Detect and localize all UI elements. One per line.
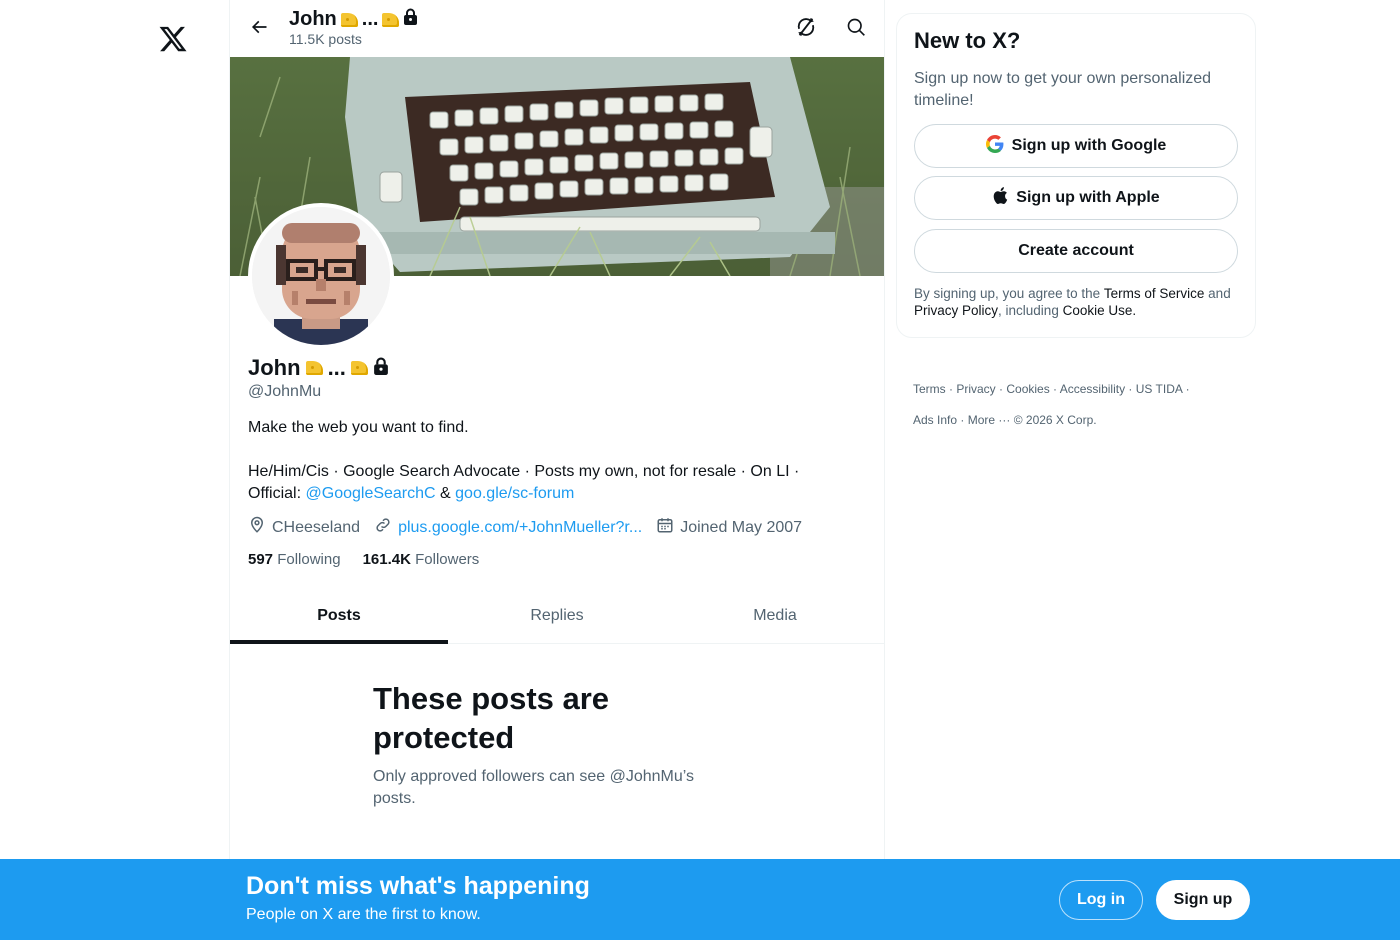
back-button[interactable] — [244, 14, 274, 44]
legal-including: , including — [998, 303, 1063, 318]
signup-card-title: New to X? — [914, 28, 1021, 53]
footer-link-accessibility[interactable]: Accessibility — [1060, 382, 1125, 396]
bio-ampersand: & — [435, 485, 456, 502]
search-icon — [846, 17, 866, 42]
signup-card: New to X? Sign up now to get your own pe… — [896, 13, 1256, 338]
avatar[interactable] — [252, 207, 390, 345]
bio-mention-link[interactable]: @GoogleSearchC — [306, 485, 436, 502]
profile-location: CHeeseland — [248, 516, 360, 539]
create-account-label: Create account — [1018, 242, 1134, 259]
bottom-bar-title: Don't miss what's happening — [246, 872, 590, 900]
profile-website: plus.google.com/+JohnMueller?r... — [374, 516, 642, 539]
profile-tabs: Posts Replies Media — [230, 588, 884, 644]
profile-meta: CHeeseland plus.google.com/+JohnMueller?… — [248, 516, 816, 539]
profile-avatar-frame[interactable] — [248, 203, 394, 349]
signup-apple-label: Sign up with Apple — [1016, 189, 1160, 206]
profile-display-name: John ... — [248, 355, 389, 381]
profile-header-bar: John ... 11.5K posts — [230, 0, 884, 57]
profile-name-ellipsis: ... — [327, 355, 346, 380]
followers-link[interactable]: 161.4K Followers — [363, 551, 480, 568]
header-name-ellipsis: ... — [361, 8, 379, 30]
following-link[interactable]: 597 Following — [248, 551, 341, 568]
profile-joined: Joined May 2007 — [656, 516, 802, 539]
left-rail — [0, 0, 229, 940]
tab-replies[interactable]: Replies — [448, 588, 666, 643]
signup-apple-button[interactable]: Sign up with Apple — [914, 176, 1238, 220]
main-column: John ... 11.5K posts John ... @JohnMu Ma… — [229, 0, 885, 940]
link-icon — [374, 516, 392, 539]
followers-label: Followers — [415, 551, 480, 568]
signup-card-subtitle: Sign up now to get your own personalized… — [914, 70, 1212, 109]
profile-handle: @JohnMu — [248, 383, 322, 400]
website-link[interactable]: plus.google.com/+JohnMueller?r... — [398, 519, 642, 537]
joined-text: Joined May 2007 — [680, 518, 803, 536]
cookie-link[interactable]: Cookie Use. — [1063, 303, 1137, 318]
create-account-button[interactable]: Create account — [914, 229, 1238, 273]
calendar-icon — [656, 516, 674, 539]
apple-icon — [992, 186, 1008, 210]
footer-link-cookies[interactable]: Cookies — [1006, 382, 1049, 396]
tab-posts[interactable]: Posts — [230, 588, 448, 644]
protected-subtitle: Only approved followers can see @JohnMu’… — [373, 768, 694, 807]
legal-prefix: By signing up, you agree to the — [914, 286, 1104, 301]
lock-icon — [403, 8, 418, 31]
login-button[interactable]: Log in — [1059, 880, 1143, 920]
signup-google-button[interactable]: Sign up with Google — [914, 124, 1238, 168]
cheese-icon — [340, 12, 358, 27]
header-posts-count: 11.5K posts — [289, 31, 362, 47]
bio-line: He/Him/Cis · Google Search Advocate · Po… — [248, 461, 848, 505]
bottom-signup-bar: Don't miss what's happening People on X … — [0, 859, 1400, 940]
bio-line: Make the web you want to find. — [248, 419, 469, 436]
sync-icon — [795, 16, 817, 43]
protected-title: These posts are protected — [373, 681, 610, 755]
profile-bio: Make the web you want to find. He/Him/Ci… — [248, 417, 848, 505]
signup-google-label: Sign up with Google — [1011, 137, 1167, 154]
legal-and: and — [1204, 286, 1231, 301]
lock-icon — [373, 355, 389, 381]
privacy-link[interactable]: Privacy Policy — [914, 303, 998, 318]
footer-more-button[interactable]: More ··· — [968, 413, 1011, 427]
tab-media[interactable]: Media — [666, 588, 884, 643]
x-logo-icon[interactable] — [157, 24, 189, 56]
search-button[interactable] — [841, 14, 871, 44]
footer-link-us-tida[interactable]: US TIDA — [1136, 382, 1182, 396]
header-name: John — [289, 8, 337, 30]
bottom-bar-subtitle: People on X are the first to know. — [246, 906, 481, 923]
footer-copyright: © 2026 X Corp. — [1013, 413, 1097, 427]
cheese-icon — [350, 361, 368, 375]
following-label: Following — [277, 551, 341, 568]
followers-count: 161.4K — [362, 551, 411, 568]
footer-link-terms[interactable]: Terms — [913, 382, 946, 396]
cheese-icon — [382, 12, 400, 27]
cheese-icon — [305, 361, 323, 375]
terms-link[interactable]: Terms of Service — [1104, 286, 1205, 301]
google-icon — [985, 134, 1004, 158]
following-count: 597 — [248, 551, 274, 568]
profile-name: John — [248, 355, 301, 380]
back-arrow-icon — [249, 17, 269, 42]
bio-forum-link[interactable]: goo.gle/sc-forum — [455, 485, 574, 502]
location-text: CHeeseland — [272, 518, 361, 536]
signup-legal-text: By signing up, you agree to the Terms of… — [914, 285, 1244, 319]
footer-links: Terms · Privacy · Cookies · Accessibilit… — [913, 382, 1190, 427]
footer-link-ads-info[interactable]: Ads Info — [913, 413, 957, 427]
header-title: John ... — [289, 8, 418, 31]
signup-button[interactable]: Sign up — [1156, 880, 1250, 920]
sync-button[interactable] — [791, 14, 821, 44]
footer-link-privacy[interactable]: Privacy — [956, 382, 995, 396]
follow-stats: 597 Following 161.4K Followers — [248, 551, 479, 568]
location-icon — [248, 516, 266, 539]
